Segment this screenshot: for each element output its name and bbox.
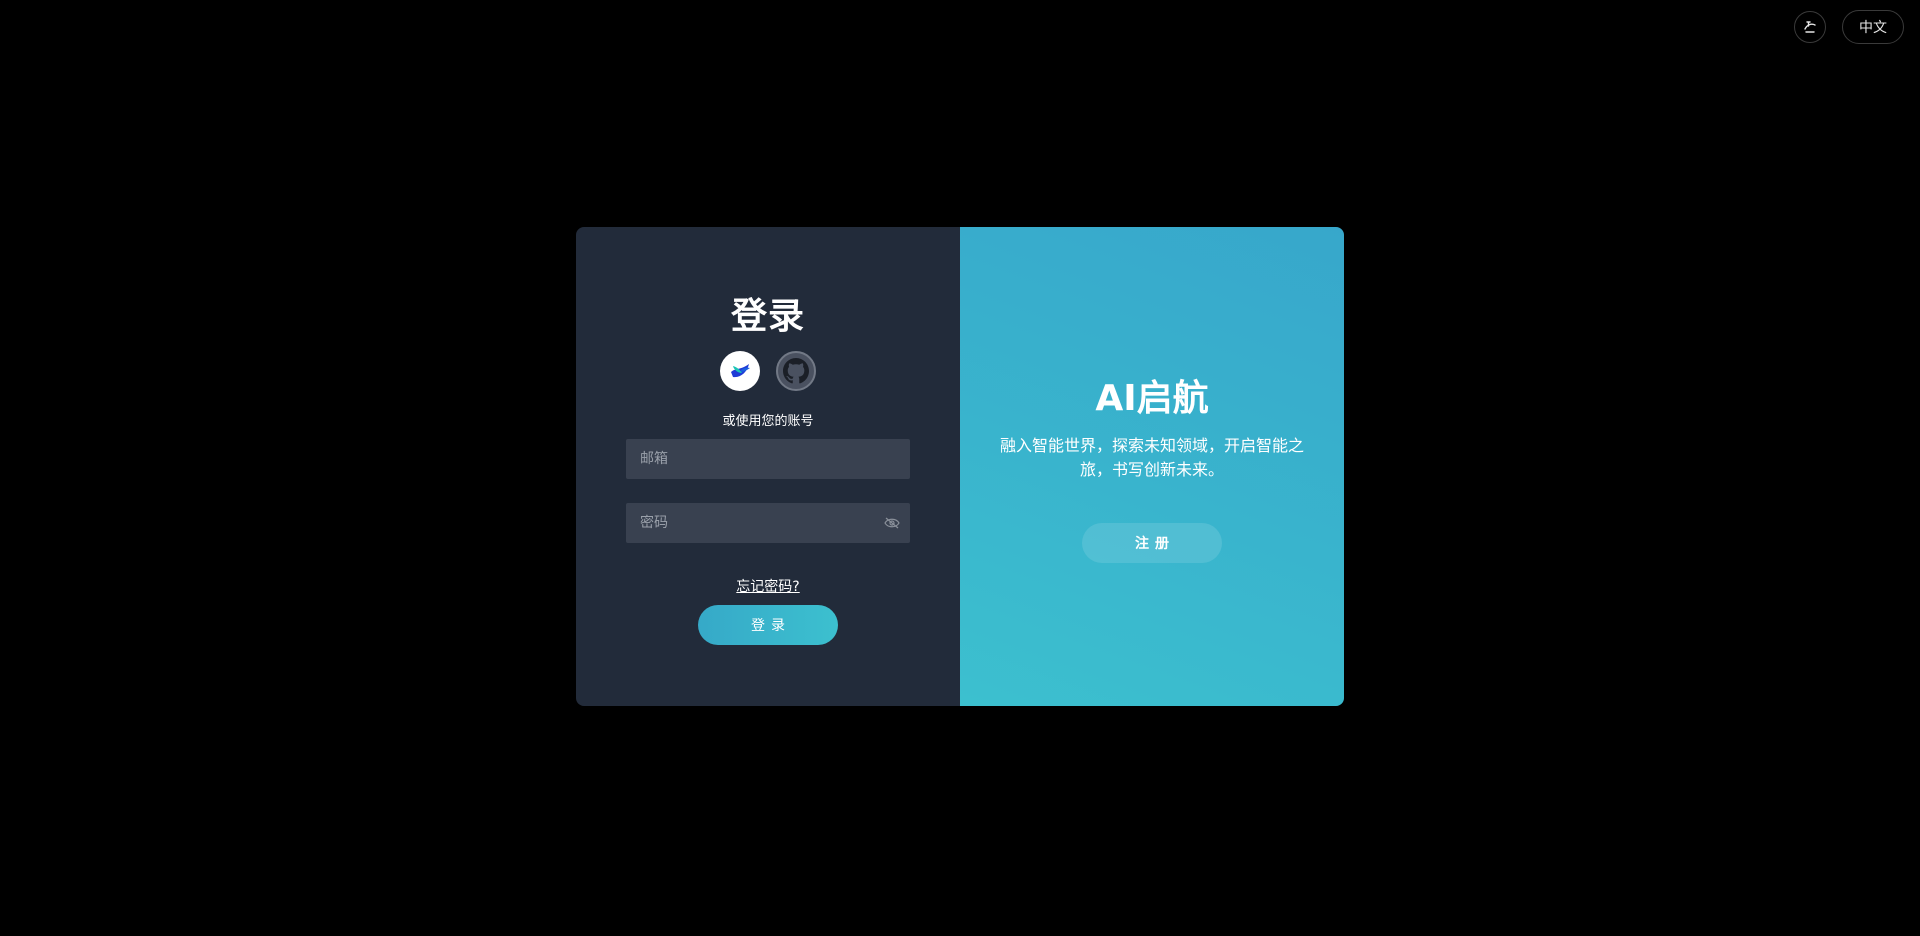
forgot-password-link[interactable]: 忘记密码?	[736, 579, 799, 595]
register-button[interactable]: 注册	[1082, 523, 1222, 563]
github-logo-icon	[783, 358, 809, 384]
login-title: 登录	[730, 296, 805, 337]
feishu-logo-icon	[731, 364, 750, 378]
language-label: 中文	[1859, 20, 1887, 36]
promo-description: 融入智能世界，探索未知领域，开启智能之旅，书写创新未来。	[999, 436, 1304, 479]
password-visibility-toggle[interactable]	[874, 503, 910, 543]
login-button[interactable]: 登录	[698, 605, 838, 645]
login-panel: 登录 或使用您的账号 邮箱 忘记密码? 登录	[576, 227, 960, 706]
alt-login-text: 或使用您的账号	[722, 414, 814, 429]
promo-title: AI启航	[1095, 378, 1209, 419]
email-input[interactable]	[626, 439, 910, 479]
feishu-login-button[interactable]	[720, 351, 760, 391]
theme-toggle-button[interactable]	[1794, 11, 1826, 43]
auth-card: 登录 或使用您的账号 邮箱 忘记密码? 登录 AI启航 融入智能世界，探索未知领…	[576, 227, 1344, 706]
eye-hidden-icon	[884, 517, 900, 529]
top-bar: 中文	[1794, 10, 1904, 44]
language-switch-button[interactable]: 中文	[1842, 10, 1904, 44]
social-login-group	[576, 351, 960, 391]
theme-toggle-icon	[1804, 21, 1816, 33]
password-input[interactable]	[626, 503, 874, 543]
promo-panel: AI启航 融入智能世界，探索未知领域，开启智能之旅，书写创新未来。 注册	[960, 227, 1344, 706]
github-login-button[interactable]	[776, 351, 816, 391]
password-field	[626, 503, 910, 543]
email-field	[626, 439, 910, 479]
forgot-password-row: 忘记密码?	[576, 576, 960, 596]
